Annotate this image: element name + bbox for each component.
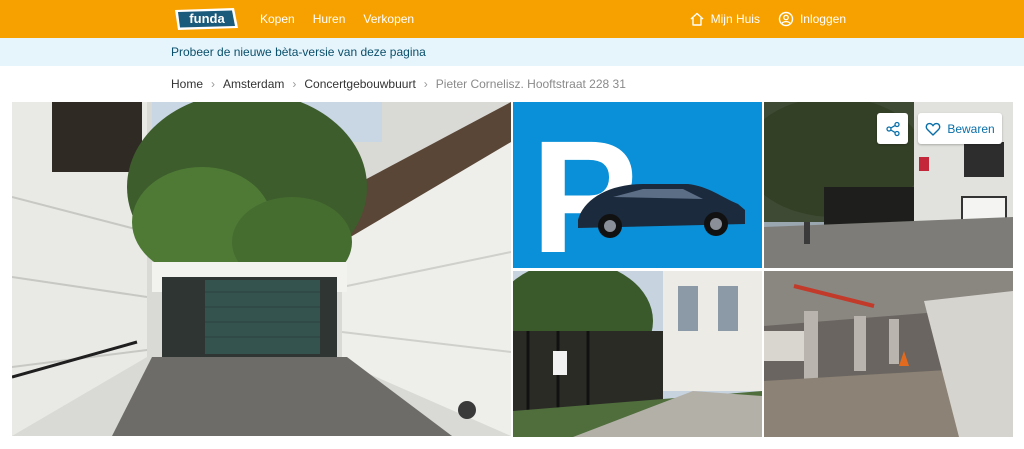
inloggen-link[interactable]: Inloggen bbox=[778, 11, 846, 27]
user-links: Mijn Huis Inloggen bbox=[689, 0, 846, 38]
breadcrumb-amsterdam[interactable]: Amsterdam bbox=[223, 77, 284, 91]
mijn-huis-label: Mijn Huis bbox=[710, 12, 760, 26]
nav-kopen[interactable]: Kopen bbox=[260, 12, 295, 26]
house-icon bbox=[690, 12, 704, 26]
photo-parking-sign[interactable]: P bbox=[513, 102, 762, 268]
nav-huren[interactable]: Huren bbox=[313, 12, 346, 26]
main-photo-garage-ramp[interactable] bbox=[12, 102, 511, 436]
nav-verkopen[interactable]: Verkopen bbox=[363, 12, 414, 26]
photo-underground-garage[interactable] bbox=[764, 271, 1013, 437]
heart-icon bbox=[925, 122, 941, 136]
breadcrumb-current: Pieter Cornelisz. Hooftstraat 228 31 bbox=[435, 77, 626, 91]
user-icon bbox=[778, 11, 794, 27]
photo-side-path[interactable] bbox=[513, 271, 762, 437]
top-navigation-bar: funda Kopen Huren Verkopen Mijn Huis Inl… bbox=[0, 0, 1024, 38]
chevron-right-icon: › bbox=[292, 77, 297, 91]
breadcrumb: Home › Amsterdam › Concertgebouwbuurt › … bbox=[171, 77, 626, 91]
inloggen-label: Inloggen bbox=[799, 12, 846, 26]
save-label: Bewaren bbox=[947, 121, 995, 136]
chevron-right-icon: › bbox=[423, 77, 428, 91]
breadcrumb-home[interactable]: Home bbox=[171, 77, 203, 91]
mijn-huis-link[interactable]: Mijn Huis bbox=[689, 11, 760, 27]
breadcrumb-concertgebouwbuurt[interactable]: Concertgebouwbuurt bbox=[304, 77, 415, 91]
main-nav: Kopen Huren Verkopen bbox=[260, 0, 414, 38]
share-icon bbox=[885, 121, 900, 136]
save-button[interactable]: Bewaren bbox=[918, 113, 1002, 144]
chevron-right-icon: › bbox=[211, 77, 216, 91]
beta-banner-link[interactable]: Probeer de nieuwe bèta-versie van deze p… bbox=[171, 45, 426, 59]
photo-gallery: P bbox=[12, 102, 1014, 438]
funda-logo[interactable]: funda bbox=[172, 6, 240, 32]
svg-text:funda: funda bbox=[189, 11, 225, 26]
beta-banner: Probeer de nieuwe bèta-versie van deze p… bbox=[0, 38, 1024, 66]
share-button[interactable] bbox=[877, 113, 908, 144]
